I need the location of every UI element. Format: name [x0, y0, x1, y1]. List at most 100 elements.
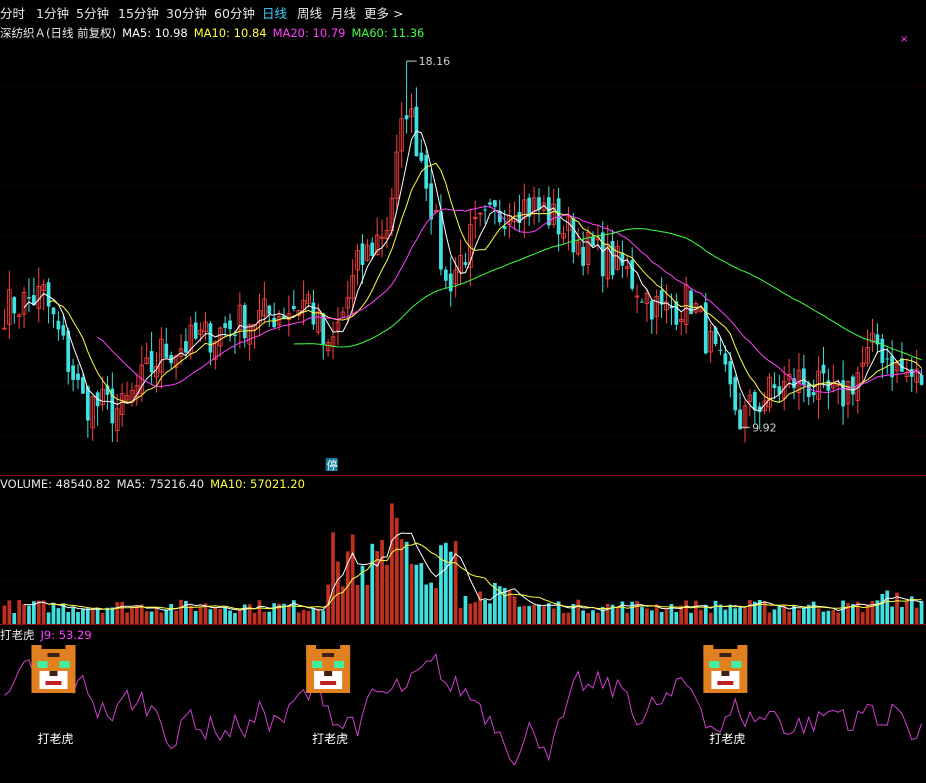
- candle-body: [600, 232, 605, 277]
- volume-bar: [463, 596, 468, 624]
- candle-body: [370, 242, 375, 256]
- volume-bar: [743, 607, 747, 624]
- volume-bar: [272, 603, 277, 624]
- volume-bar: [149, 611, 154, 624]
- volume-legend: VOLUME: 48540.82 MA5: 75216.40 MA10: 57021…: [0, 477, 311, 493]
- tiger-ear: [340, 645, 351, 653]
- volume-bar: [900, 607, 904, 624]
- volume-bar: [546, 603, 551, 624]
- limit-badge: 停: [327, 458, 338, 472]
- panel-divider: [0, 475, 926, 476]
- volume-bar: [66, 611, 71, 624]
- volume-bar: [115, 602, 120, 624]
- volume-bar: [522, 605, 527, 624]
- tiger-ear: [31, 645, 42, 653]
- tab-4[interactable]: 30分钟: [166, 3, 207, 22]
- candle-body: [424, 154, 429, 189]
- volume-bar: [429, 582, 433, 624]
- volume-ma5: MA5: 75216.40: [116, 477, 205, 491]
- volume-bar: [527, 606, 532, 624]
- volume-bar: [228, 610, 232, 624]
- volume-bar: [12, 613, 17, 624]
- volume-ma10-line: [48, 542, 922, 610]
- volume-bar: [306, 610, 311, 624]
- volume-bar: [458, 607, 463, 624]
- tiger-ear: [737, 645, 748, 653]
- volume-bar: [399, 539, 404, 624]
- tiger-eye: [731, 661, 742, 668]
- tiger-eye: [59, 661, 70, 668]
- candle-body: [620, 252, 625, 266]
- candle-body: [51, 307, 56, 315]
- volume-bar: [890, 606, 894, 624]
- volume-bar: [443, 542, 448, 624]
- candle-body: [811, 392, 816, 396]
- j9-line: [4, 653, 922, 766]
- tiger-mouth: [45, 681, 62, 685]
- candle-body: [890, 355, 894, 378]
- volume-bar: [262, 611, 267, 624]
- candle-body: [885, 358, 890, 360]
- volume-ma10: MA10: 57021.20: [210, 477, 305, 491]
- tab-7[interactable]: 周线: [297, 3, 322, 22]
- volume-bar: [816, 608, 821, 624]
- volume-bar: [237, 610, 242, 624]
- volume-bar: [414, 564, 419, 624]
- volume-bar: [551, 608, 556, 624]
- candle-body: [193, 322, 198, 339]
- volume-bar: [532, 604, 536, 624]
- volume-bar: [841, 600, 845, 624]
- candle-body: [439, 211, 443, 270]
- volume-bar: [591, 610, 595, 624]
- low-label: 9.92: [752, 421, 777, 434]
- volume-bar: [385, 564, 389, 624]
- tab-5[interactable]: 60分钟: [214, 3, 255, 22]
- volume-bar: [46, 612, 51, 624]
- candle-body: [728, 361, 733, 385]
- tab-0[interactable]: 分时: [0, 3, 25, 22]
- volume-bar: [311, 608, 316, 624]
- tab-9[interactable]: 更多 >: [364, 3, 403, 22]
- high-label: 18.16: [419, 55, 451, 68]
- volume-bar: [105, 607, 110, 624]
- candle-body: [12, 297, 17, 314]
- volume-bar: [154, 607, 159, 624]
- candle-body: [56, 320, 61, 330]
- candle-body: [85, 386, 90, 421]
- candle-body: [591, 236, 595, 247]
- tab-3[interactable]: 15分钟: [118, 3, 159, 22]
- volume-bar: [71, 607, 75, 624]
- volume-bar: [394, 517, 399, 624]
- tab-6[interactable]: 日线: [262, 3, 287, 22]
- candle-body: [223, 323, 228, 328]
- candle-body: [851, 376, 855, 395]
- volume-bar: [797, 609, 801, 624]
- tiger-stripe: [47, 653, 60, 657]
- volume-bar: [698, 609, 703, 624]
- volume-bar: [331, 532, 335, 624]
- volume-bar: [76, 612, 80, 624]
- tiger-label: 打老虎: [312, 732, 348, 746]
- volume-bar: [179, 599, 183, 624]
- candle-body: [184, 341, 188, 353]
- volume-bar: [419, 563, 424, 624]
- volume-bar: [365, 584, 370, 624]
- volume-bar: [846, 603, 850, 624]
- volume-bar: [218, 608, 223, 624]
- candle-body: [571, 217, 576, 253]
- volume-bar: [723, 609, 728, 624]
- volume-bar: [85, 608, 90, 624]
- volume-bar: [375, 551, 380, 624]
- candle-body: [772, 384, 777, 389]
- tab-1[interactable]: 1分钟: [36, 3, 69, 22]
- volume-bar: [468, 603, 473, 624]
- volume-bar: [507, 590, 512, 624]
- candle-body: [81, 377, 85, 394]
- volume-bar: [287, 605, 291, 624]
- tiger-ear: [703, 645, 714, 653]
- volume-bar: [537, 604, 541, 624]
- volume-bar: [542, 606, 546, 624]
- tab-2[interactable]: 5分钟: [76, 3, 109, 22]
- tab-8[interactable]: 月线: [331, 3, 356, 22]
- volume-bar: [782, 605, 787, 624]
